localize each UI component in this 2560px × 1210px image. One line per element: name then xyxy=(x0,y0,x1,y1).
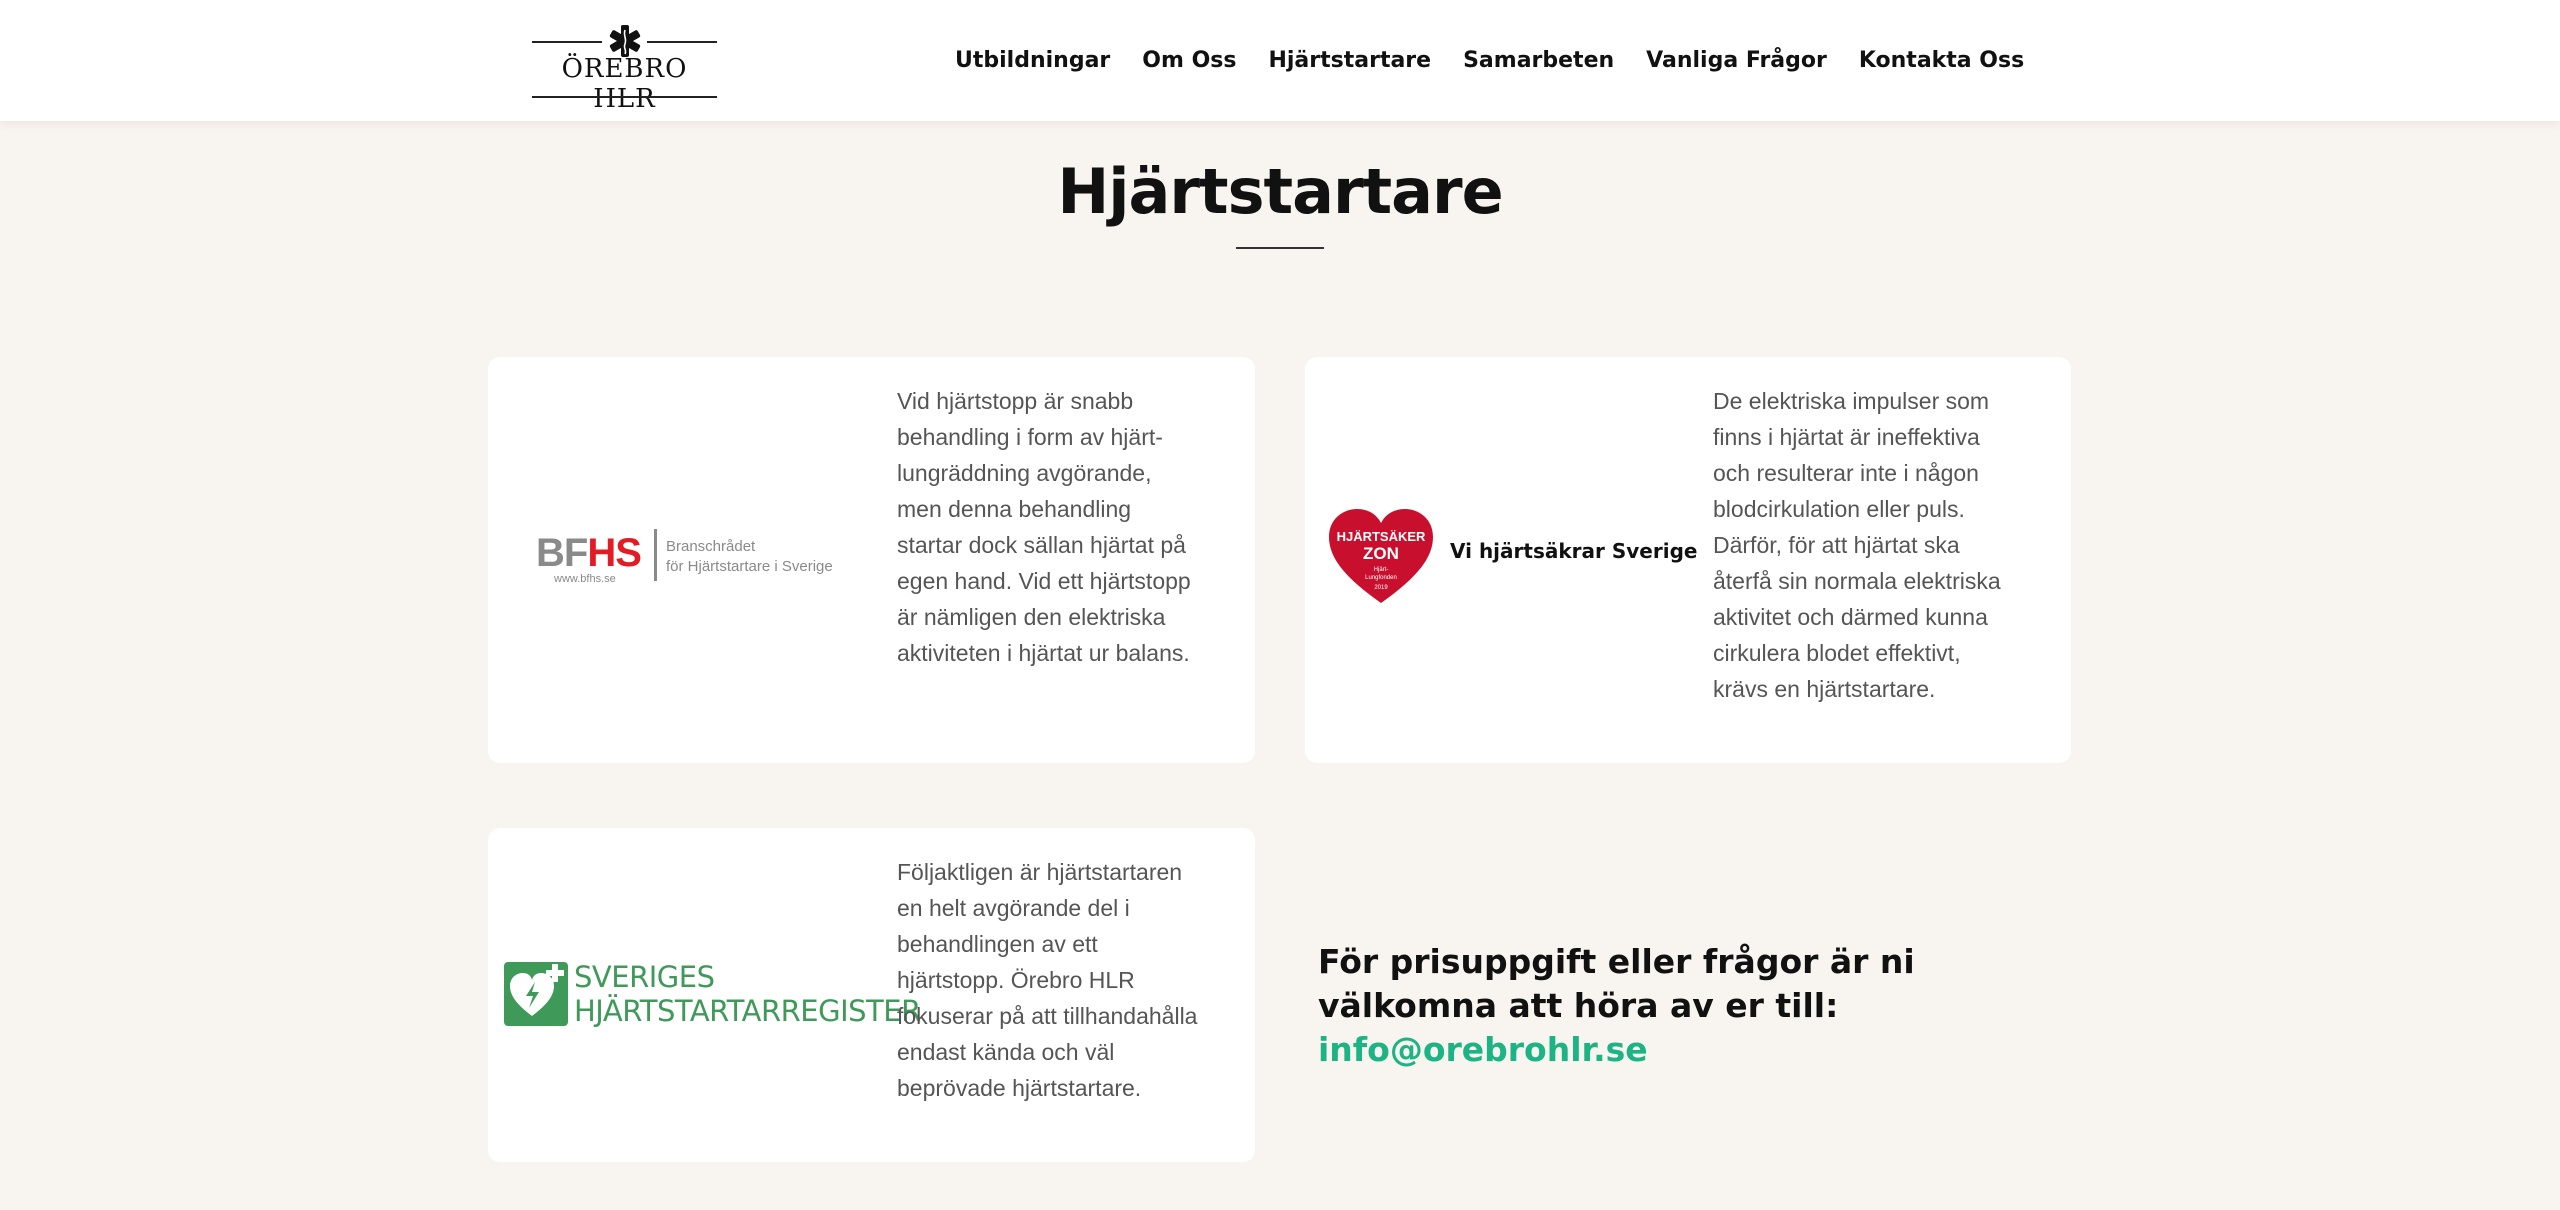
site-header: ÖREBRO HLR Utbildningar Om Oss Hjärtstar… xyxy=(0,0,2560,121)
logo-text: ÖREBRO HLR xyxy=(561,54,688,114)
info-card-hjartstartarregister: SVERIGES HJÄRTSTARTARREGISTER Följaktlig… xyxy=(488,828,1255,1162)
badge-line-3: Hjärt- xyxy=(1374,567,1389,573)
info-card-hjartsaker-zon: HJÄRTSÄKER ZON Hjärt- Lungfonden 2019 Vi… xyxy=(1305,357,2071,763)
nav-om-oss[interactable]: Om Oss xyxy=(1142,48,1236,73)
bfhs-logo[interactable]: BFHS www.bfhs.se Branschrådet för Hjärts… xyxy=(536,529,833,585)
nav-samarbeten[interactable]: Samarbeten xyxy=(1463,48,1614,73)
contact-cta: För prisuppgift eller frågor är ni välko… xyxy=(1318,940,2038,1072)
bfhs-logo-description: Branschrådet för Hjärtstartare i Sverige xyxy=(666,538,833,575)
badge-line-2: ZON xyxy=(1363,544,1399,563)
main-nav: Utbildningar Om Oss Hjärtstartare Samarb… xyxy=(955,48,2024,73)
badge-line-1: HJÄRTSÄKER xyxy=(1337,529,1426,544)
page-title: Hjärtstartare xyxy=(1057,155,1503,228)
star-of-life-icon xyxy=(609,25,641,57)
info-card-bfhs: BFHS www.bfhs.se Branschrådet för Hjärts… xyxy=(488,357,1255,763)
logo-rule-left xyxy=(532,41,602,43)
register-logo-line-2: HJÄRTSTARTARREGISTER xyxy=(574,994,921,1028)
heart-badge-icon: HJÄRTSÄKER ZON Hjärt- Lungfonden 2019 xyxy=(1329,509,1433,603)
nav-kontakta-oss[interactable]: Kontakta Oss xyxy=(1859,48,2024,73)
nav-hjartstartare[interactable]: Hjärtstartare xyxy=(1268,48,1431,73)
logo-rule-right xyxy=(647,41,717,43)
zone-claim: Vi hjärtsäkrar Sverige xyxy=(1450,539,1698,563)
title-divider xyxy=(1236,247,1324,249)
bfhs-logo-divider xyxy=(654,529,657,581)
card-text: Följaktligen är hjärtstartaren en helt a… xyxy=(897,859,1198,1101)
logo-rule-bottom xyxy=(532,96,717,98)
bfhs-logo-mark: BFHS xyxy=(536,531,642,575)
bfhs-logo-url: www.bfhs.se xyxy=(554,573,616,585)
nav-vanliga-fragor[interactable]: Vanliga Frågor xyxy=(1646,48,1827,73)
aed-heart-icon xyxy=(504,962,568,1026)
badge-year: 2019 xyxy=(1374,585,1388,591)
cta-text: För prisuppgift eller frågor är ni välko… xyxy=(1318,942,1915,1025)
site-logo[interactable]: ÖREBRO HLR xyxy=(532,25,717,114)
nav-utbildningar[interactable]: Utbildningar xyxy=(955,48,1110,73)
card-text: Vid hjärtstopp är snabb behandling i for… xyxy=(897,388,1191,666)
register-logo-line-1: SVERIGES xyxy=(574,960,715,994)
contact-email-link[interactable]: info@orebrohlr.se xyxy=(1318,1030,1648,1069)
badge-line-4: Lungfonden xyxy=(1365,575,1397,581)
card-text: De elektriska impulser som finns i hjärt… xyxy=(1713,388,2001,702)
